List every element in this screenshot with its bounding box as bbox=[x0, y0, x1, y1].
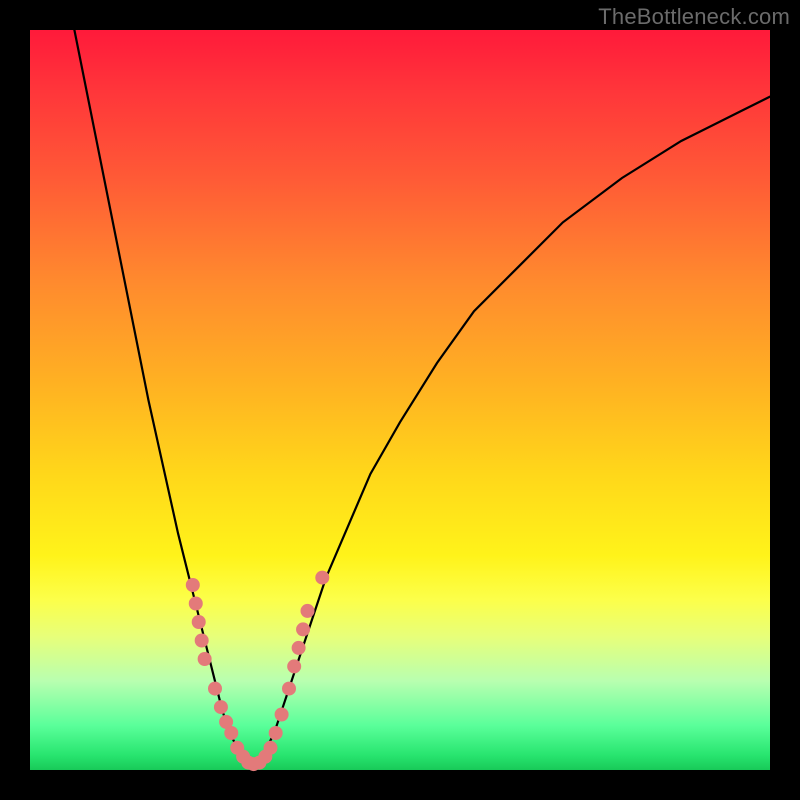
data-point bbox=[282, 682, 296, 696]
curve-right-branch bbox=[252, 97, 770, 767]
curve-group bbox=[74, 30, 770, 766]
data-point bbox=[189, 597, 203, 611]
data-point bbox=[287, 659, 301, 673]
data-point bbox=[264, 741, 278, 755]
data-point bbox=[192, 615, 206, 629]
data-point bbox=[301, 604, 315, 618]
curve-left-branch bbox=[74, 30, 252, 766]
data-point bbox=[195, 634, 209, 648]
data-point bbox=[186, 578, 200, 592]
data-point bbox=[208, 682, 222, 696]
bottleneck-chart bbox=[30, 30, 770, 770]
watermark-text: TheBottleneck.com bbox=[598, 4, 790, 30]
marker-group bbox=[186, 571, 329, 771]
data-point bbox=[292, 641, 306, 655]
data-point bbox=[198, 652, 212, 666]
data-point bbox=[275, 708, 289, 722]
data-point bbox=[269, 726, 283, 740]
data-point bbox=[214, 700, 228, 714]
data-point bbox=[315, 571, 329, 585]
data-point bbox=[296, 622, 310, 636]
data-point bbox=[224, 726, 238, 740]
chart-gradient-background bbox=[30, 30, 770, 770]
